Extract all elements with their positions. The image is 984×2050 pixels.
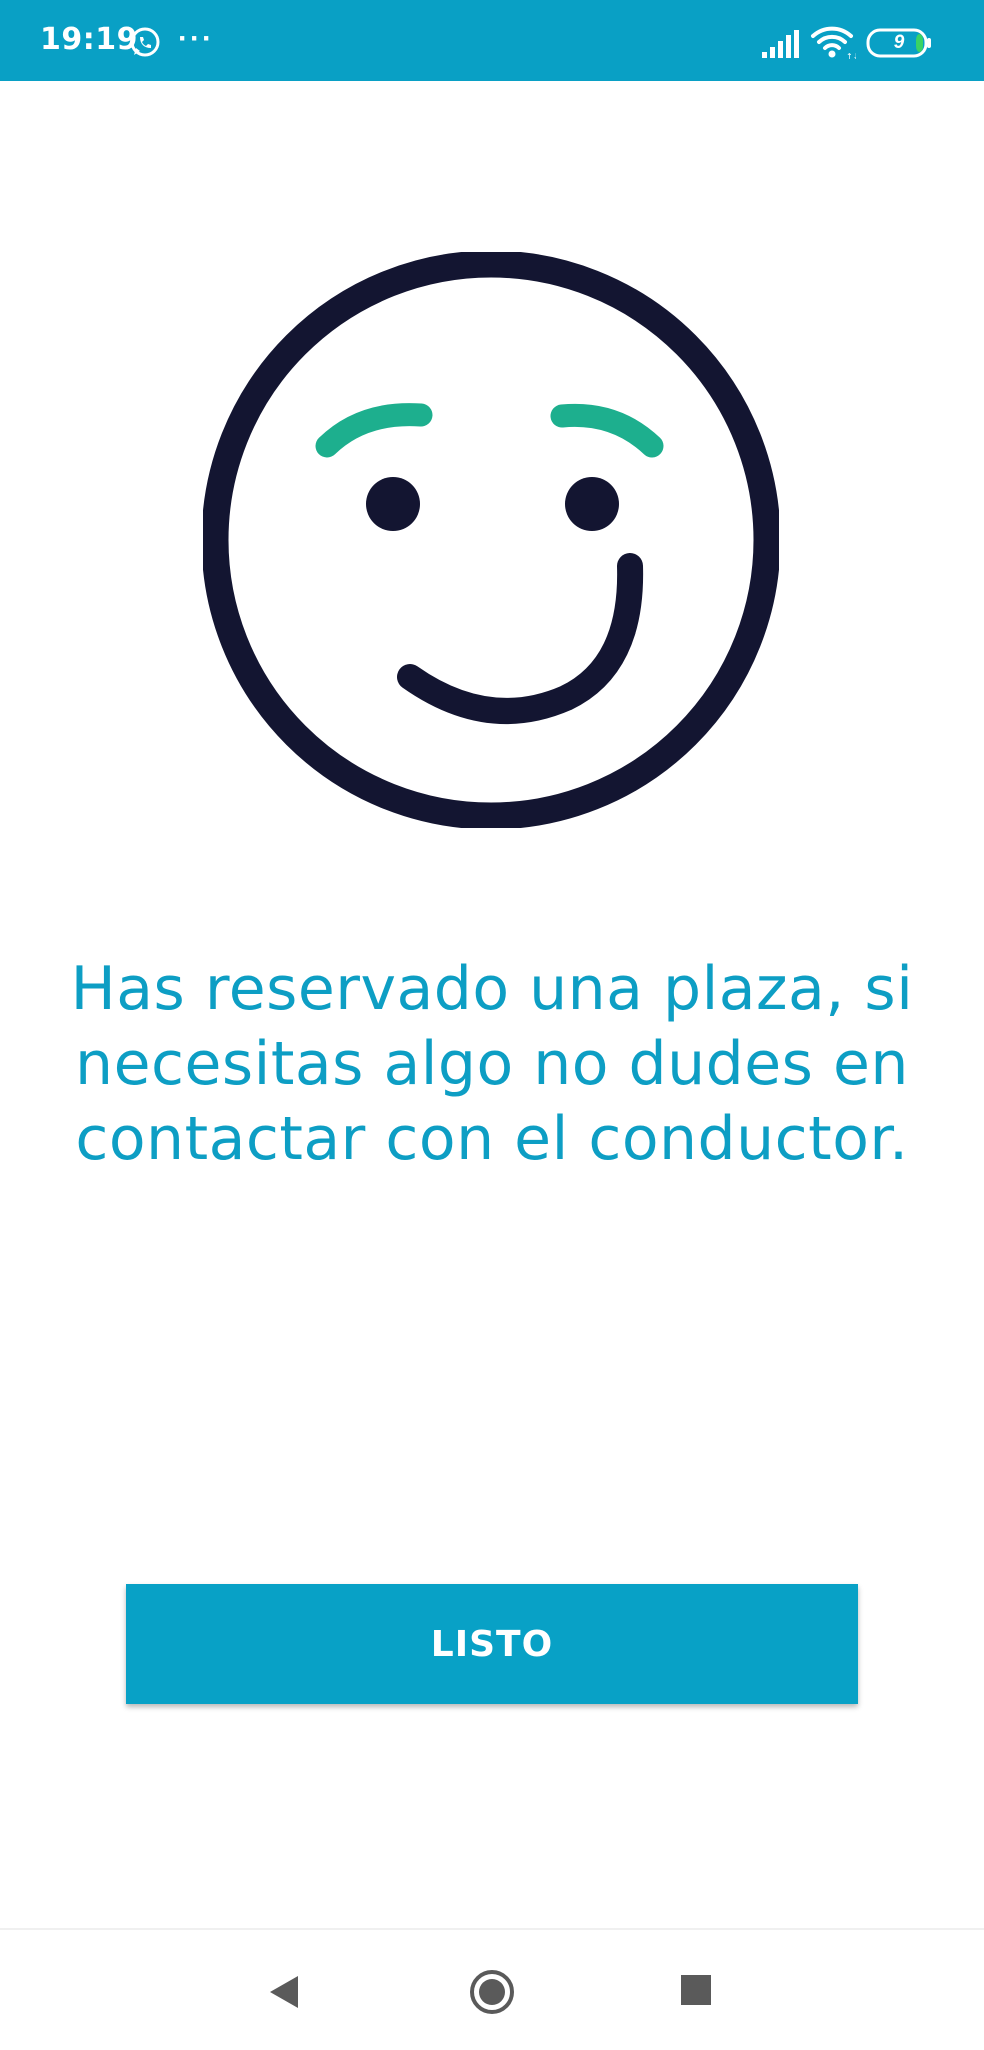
left-eyebrow <box>315 403 433 458</box>
done-button[interactable]: LISTO <box>126 1584 858 1704</box>
smile <box>397 553 644 724</box>
navigation-bar <box>0 1928 984 2050</box>
home-icon[interactable] <box>468 1968 516 2016</box>
status-bar: 19:19 ··· ↑↓ 9 <box>0 0 984 81</box>
right-eyebrow <box>550 403 664 458</box>
recents-icon[interactable] <box>680 1974 712 2006</box>
left-eye <box>366 477 420 531</box>
right-eye <box>565 477 619 531</box>
confirmation-message: Has reservado una plaza, si necesitas al… <box>70 954 914 1174</box>
signal-icon <box>762 30 799 58</box>
whatsapp-icon <box>130 27 160 57</box>
smiley-face-icon <box>203 252 779 828</box>
svg-text:↑↓: ↑↓ <box>846 52 856 60</box>
battery-level: 9 <box>893 32 905 53</box>
status-time: 19:19 <box>40 22 138 57</box>
more-dots-icon: ··· <box>178 22 214 55</box>
wifi-icon: ↑↓ <box>811 26 856 60</box>
back-icon[interactable] <box>266 1974 302 2010</box>
